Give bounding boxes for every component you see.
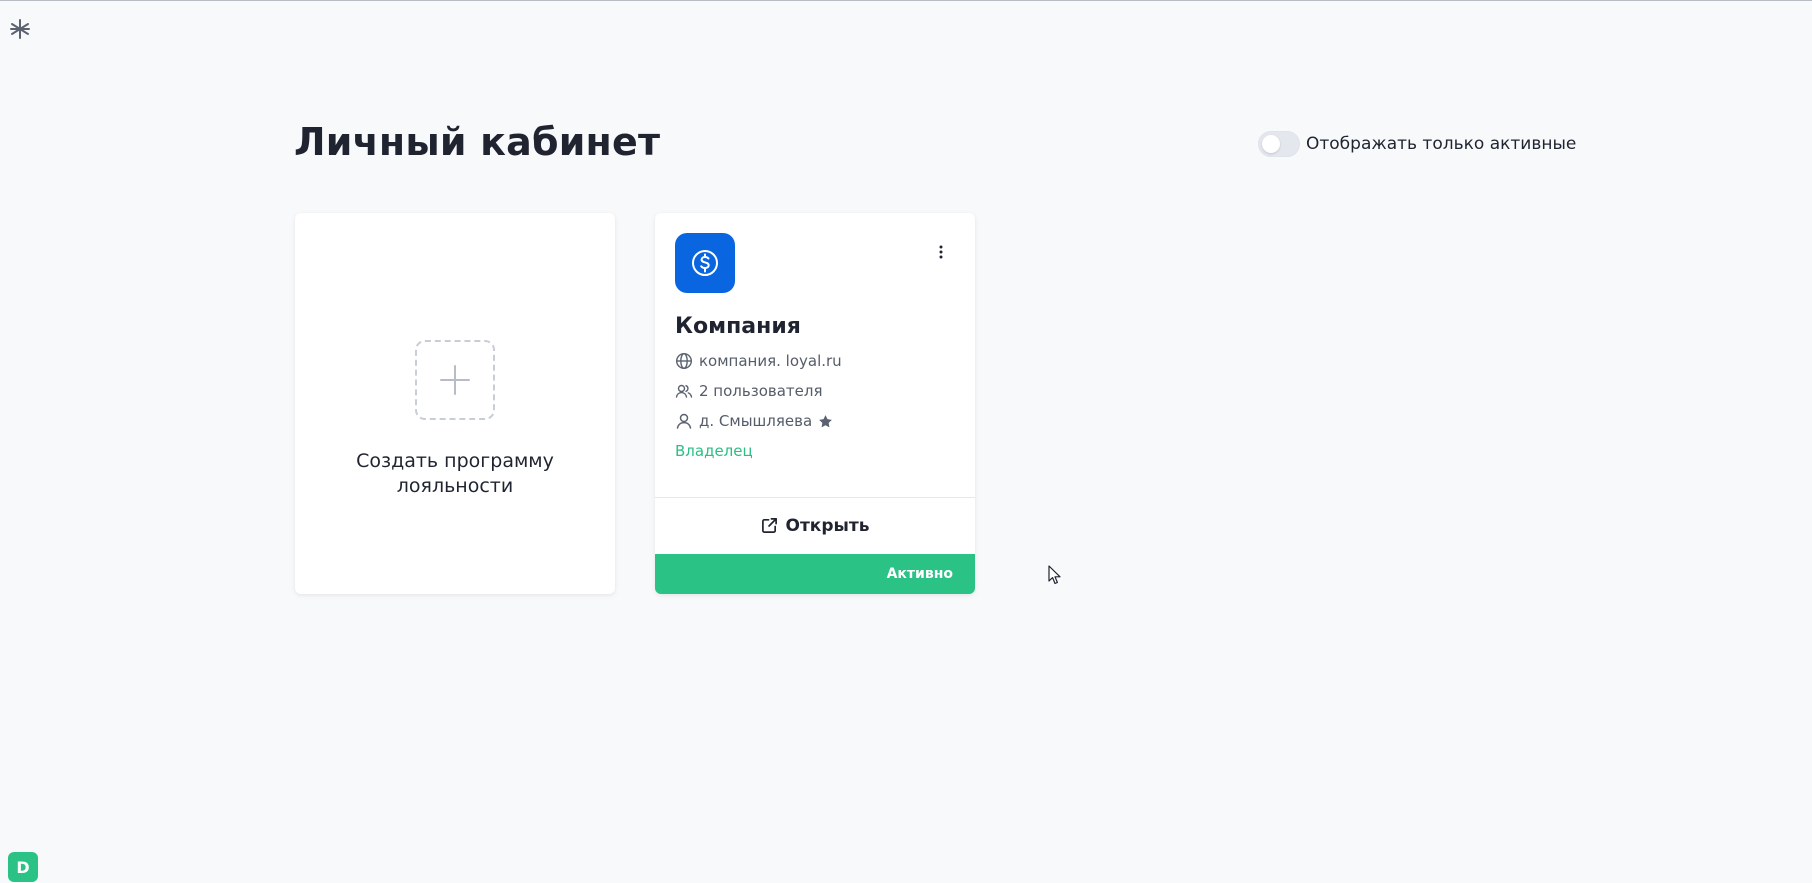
program-owner-row: д. Смышляева xyxy=(675,410,833,432)
program-card: Компания компания. loyal.ru 2 пользовате… xyxy=(655,213,975,594)
toggle-knob xyxy=(1262,135,1280,153)
open-program-button[interactable]: Открыть xyxy=(655,498,975,553)
users-icon xyxy=(675,384,693,398)
program-users: 2 пользователя xyxy=(699,382,823,400)
open-program-label: Открыть xyxy=(785,515,870,536)
active-only-filter[interactable]: Отображать только активные xyxy=(1258,130,1576,158)
asterisk-logo-icon[interactable] xyxy=(8,17,32,41)
mouse-cursor-icon xyxy=(1048,565,1062,585)
page-title: Личный кабинет xyxy=(294,120,661,164)
user-icon xyxy=(676,413,692,429)
star-icon xyxy=(819,414,833,427)
dollar-circle-icon xyxy=(675,233,735,293)
globe-icon xyxy=(675,352,693,370)
program-domain-row: компания. loyal.ru xyxy=(675,350,842,372)
user-avatar[interactable]: D xyxy=(8,852,38,882)
active-only-toggle[interactable] xyxy=(1258,131,1300,157)
create-program-card[interactable]: Создать программу лояльности xyxy=(295,213,615,594)
create-program-label: Создать программу лояльности xyxy=(356,450,554,497)
program-name: Компания xyxy=(675,314,801,339)
program-domain: компания. loyal.ru xyxy=(699,352,842,370)
plus-icon xyxy=(415,340,495,420)
active-only-label: Отображать только активные xyxy=(1306,134,1577,154)
window-top-border xyxy=(0,0,1812,1)
more-options-icon[interactable] xyxy=(931,240,951,264)
program-users-row: 2 пользователя xyxy=(675,380,823,402)
program-role: Владелец xyxy=(675,442,753,460)
program-owner: д. Смышляева xyxy=(699,412,813,430)
program-status: Активно xyxy=(886,566,953,582)
program-status-bar: Активно xyxy=(655,554,975,594)
external-link-icon xyxy=(761,518,777,533)
